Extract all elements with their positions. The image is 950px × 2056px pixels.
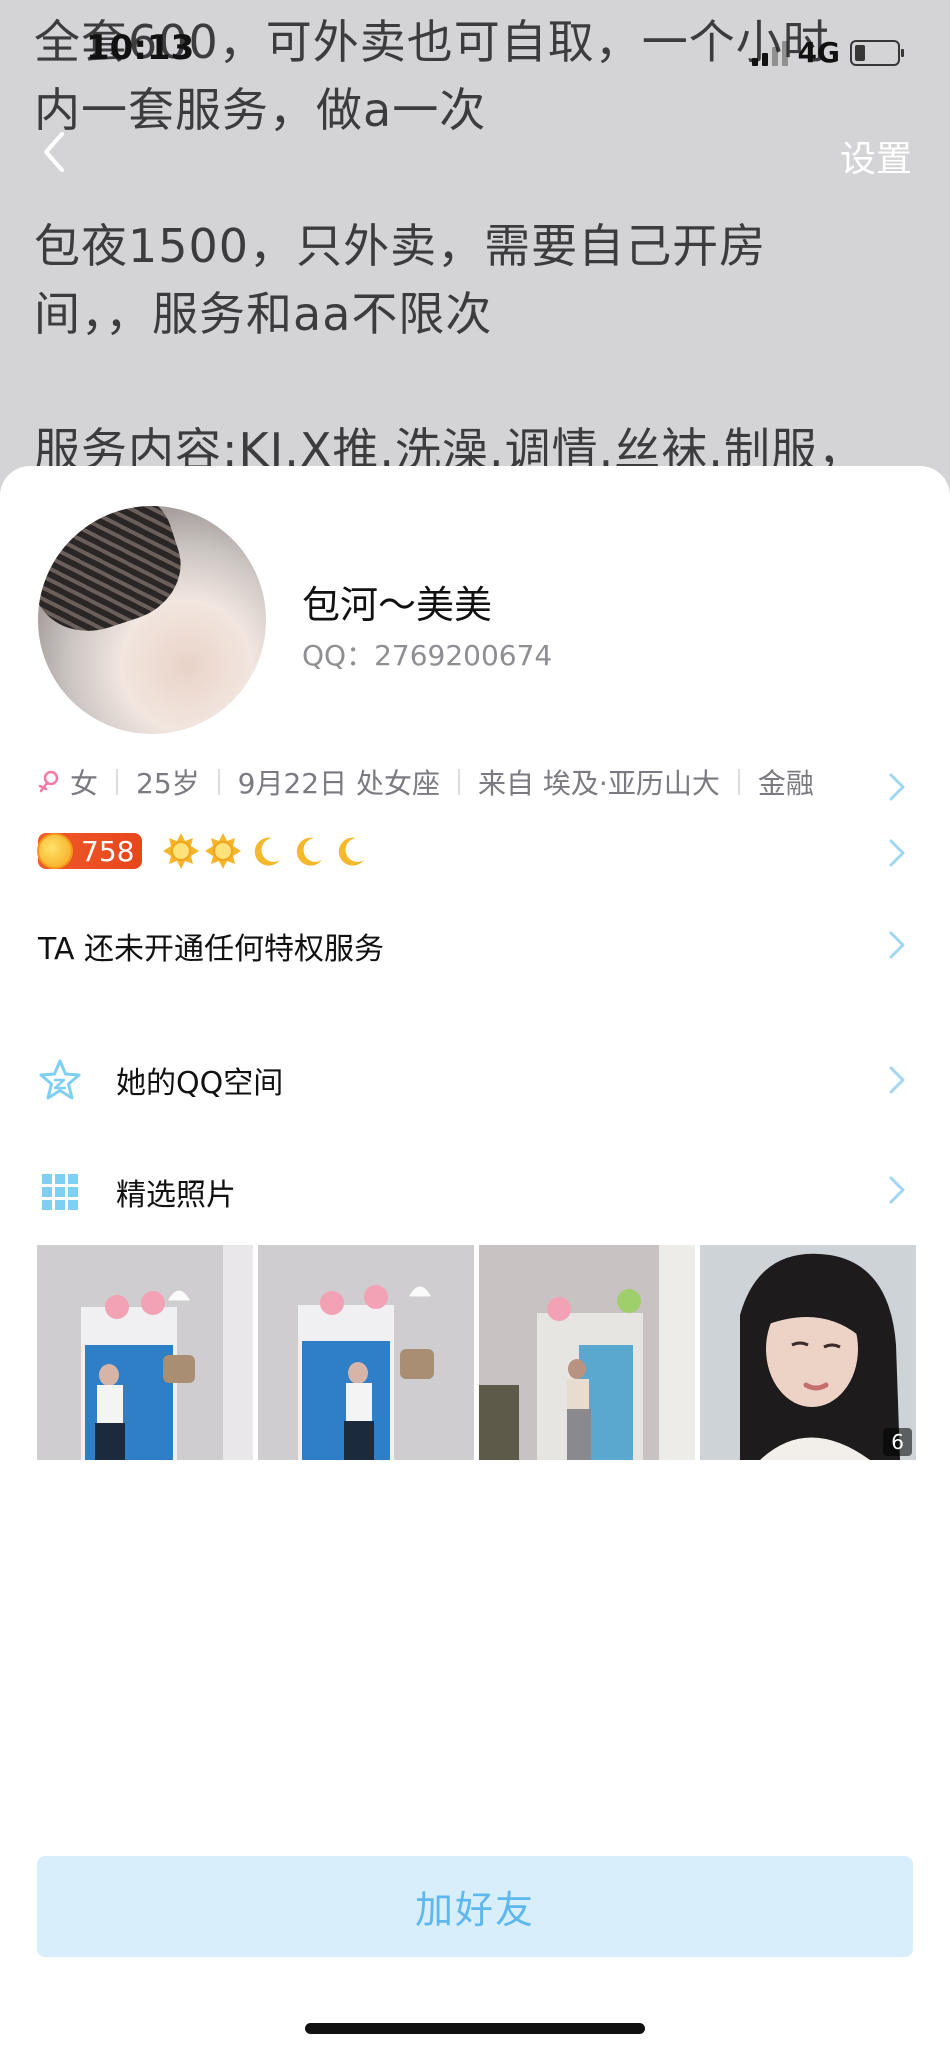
qzone-menu-item[interactable]: 她的QQ空间 (38, 1058, 283, 1102)
photo-strip: 6 (37, 1245, 916, 1460)
moon-icon (255, 837, 281, 866)
add-friend-button[interactable]: 加好友 (37, 1856, 913, 1957)
photos-menu-item[interactable]: 精选照片 (38, 1170, 236, 1214)
back-button[interactable] (36, 128, 76, 176)
status-time: 10:13 (86, 28, 195, 68)
grid-icon (42, 1174, 78, 1210)
nickname: 包河～美美 (302, 583, 493, 627)
mirror-selfie-image (479, 1245, 695, 1460)
qzone-label: 她的QQ空间 (116, 1066, 284, 1101)
cover-image: 全套600，可外卖也可自取，一个小时 内一套服务，做a一次 包夜1500，只外卖… (0, 0, 950, 520)
note-line-2: 内一套服务，做a一次 (34, 83, 487, 137)
photo-thumbnail[interactable] (479, 1245, 695, 1460)
divider (116, 769, 119, 795)
avatar[interactable] (38, 506, 266, 734)
photos-chevron-right-icon[interactable] (888, 1175, 906, 1205)
star-icon (39, 1059, 81, 1100)
age-label: 25岁 (136, 767, 200, 800)
divider (737, 769, 740, 795)
photo-thumbnail[interactable] (258, 1245, 474, 1460)
industry-label: 金融 (757, 767, 814, 800)
info-chevron-right-icon[interactable] (888, 772, 906, 802)
mirror-selfie-image (258, 1245, 474, 1460)
settings-button[interactable]: 设置 (840, 130, 912, 182)
sun-icon (163, 833, 200, 869)
level-chevron-right-icon[interactable] (888, 838, 906, 868)
moon-icon (297, 837, 323, 866)
battery-icon (850, 39, 904, 66)
photos-label: 精选照片 (116, 1178, 236, 1213)
portrait-image (700, 1245, 916, 1460)
female-icon (38, 770, 59, 793)
privilege-chevron-right-icon[interactable] (888, 930, 906, 960)
note-line-3: 包夜1500，只外卖，需要自己开房 (34, 219, 767, 273)
home-indicator (305, 2023, 645, 2034)
note-line-4: 间，，服务和aa不限次 (34, 287, 493, 341)
qq-number: QQ：2769200674 (302, 639, 553, 672)
hometown-label: 来自 埃及·亚历山大 (478, 767, 720, 800)
chevron-left-icon (44, 132, 64, 172)
network-label: 4G (797, 36, 840, 69)
gender-label: 女 (70, 767, 99, 800)
level-badge: 758 (37, 833, 143, 869)
privilege-text[interactable]: TA 还未开通任何特权服务 (38, 924, 384, 968)
level-number: 758 (81, 834, 135, 868)
mirror-selfie-image (37, 1245, 253, 1460)
photo-count-badge: 6 (883, 1428, 912, 1456)
sun-icon (205, 833, 242, 869)
qq-level-row[interactable]: 758 (37, 832, 368, 870)
divider (217, 769, 220, 795)
moon-icon (339, 837, 365, 866)
photo-thumbnail[interactable] (37, 1245, 253, 1460)
qzone-chevron-right-icon[interactable] (888, 1065, 906, 1095)
birthday-label: 9月22日 处女座 (237, 767, 441, 800)
level-icons (162, 832, 368, 870)
signal-icon (751, 40, 788, 66)
photo-thumbnail[interactable]: 6 (700, 1245, 916, 1460)
profile-info-row: 女 25岁 9月22日 处女座 来自 埃及·亚历山大 金融 (38, 762, 814, 802)
divider (458, 769, 461, 795)
coin-icon (37, 833, 73, 869)
status-indicators: 4G (751, 36, 904, 69)
